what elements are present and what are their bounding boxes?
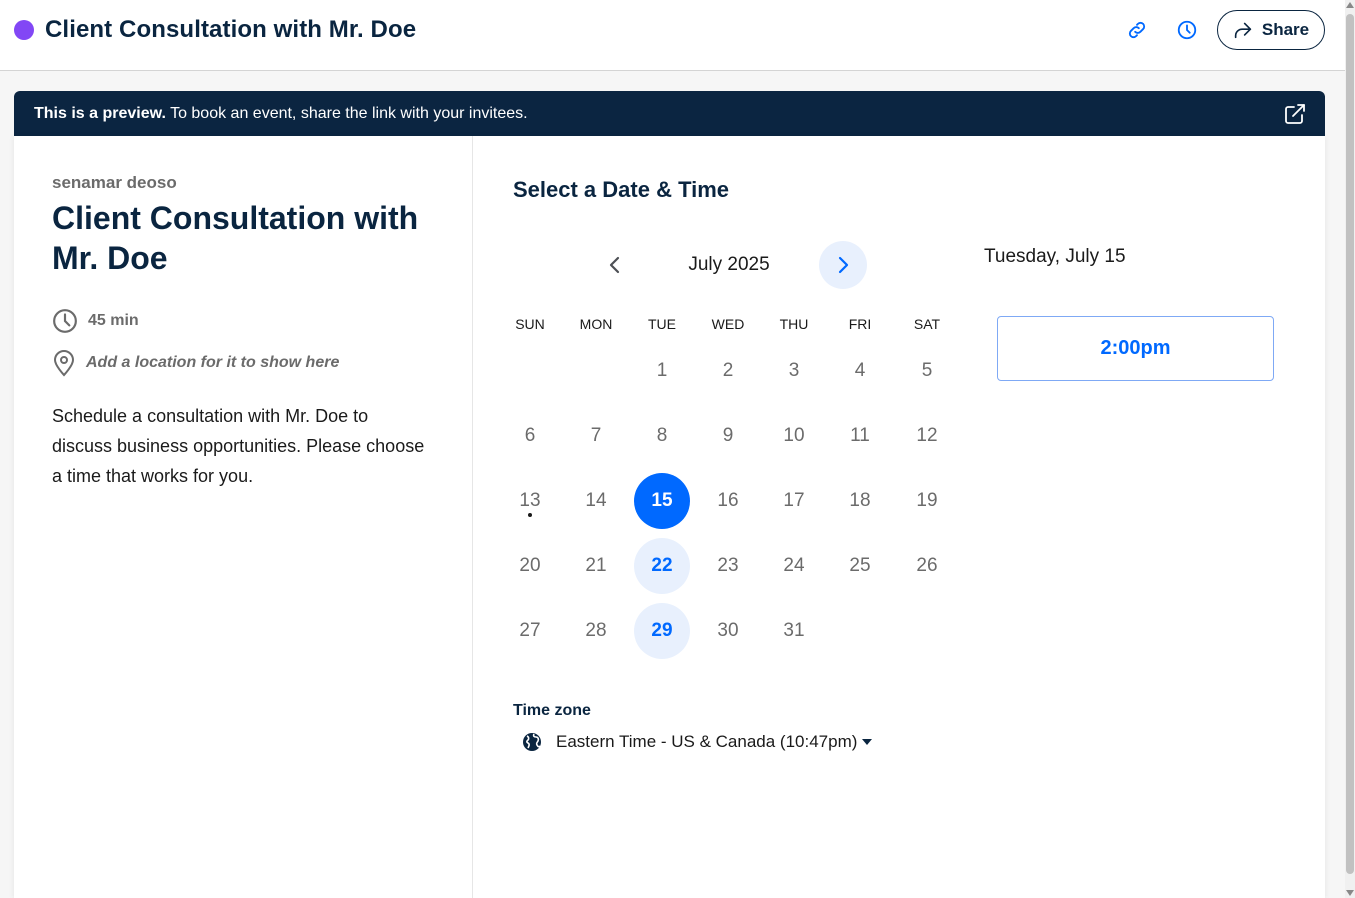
calendar-day: 6 <box>524 425 536 446</box>
schedule-settings-button[interactable] <box>1172 15 1202 45</box>
weekday-thu: THU <box>779 316 809 332</box>
scroll-up-arrow-icon[interactable] <box>1346 2 1354 8</box>
calendar-day: 24 <box>783 555 805 576</box>
timezone-value: Eastern Time - US & Canada (10:47pm) <box>556 732 858 751</box>
calendar-day: 9 <box>722 425 734 446</box>
weekday-wed: WED <box>711 316 745 332</box>
copy-link-button[interactable] <box>1122 15 1152 45</box>
calendar-day: 4 <box>854 360 866 381</box>
external-link-icon <box>1285 104 1305 124</box>
calendar-day: 18 <box>849 490 871 511</box>
weekday-mon: MON <box>579 316 613 332</box>
top-bar: Client Consultation with Mr. Doe Share <box>0 0 1345 71</box>
today-indicator <box>528 513 532 517</box>
calendar-day: 5 <box>921 360 933 381</box>
preview-banner: This is a preview. To book an event, sha… <box>14 91 1325 136</box>
link-icon <box>1128 21 1146 39</box>
previous-month-button[interactable] <box>600 245 630 285</box>
timezone-select[interactable]: Eastern Time - US & Canada (10:47pm) <box>522 732 873 752</box>
timezone-label: Time zone <box>513 702 591 719</box>
open-preview-button[interactable] <box>1283 102 1307 126</box>
calendar-day: 8 <box>656 425 668 446</box>
event-details: senamar deoso Client Consultation with M… <box>14 136 473 898</box>
calendar-day-available[interactable]: 29 <box>634 603 690 659</box>
calendar-day-selected[interactable]: 15 <box>634 473 690 529</box>
page-scrollbar[interactable] <box>1345 0 1355 898</box>
calendar-day: 1 <box>656 360 668 381</box>
current-month: July 2025 <box>688 254 770 275</box>
chevron-right-icon <box>838 256 849 274</box>
calendar-day: 26 <box>916 555 938 576</box>
weekday-sun: SUN <box>515 316 545 332</box>
location-pin-icon <box>53 350 75 377</box>
calendar-day: 7 <box>590 425 602 446</box>
preview-banner-bold: This is a preview. <box>34 105 166 122</box>
weekday-sat: SAT <box>913 316 941 332</box>
weekday-fri: FRI <box>848 316 872 332</box>
globe-icon <box>523 733 541 751</box>
chevron-left-icon <box>609 256 620 274</box>
calendar-day: 31 <box>783 620 805 641</box>
calendar-day: 23 <box>717 555 739 576</box>
calendar-day: 30 <box>717 620 739 641</box>
event-color-dot <box>14 20 34 40</box>
caret-down-icon <box>862 739 873 745</box>
page-title: Client Consultation with Mr. Doe <box>45 16 417 43</box>
calendar-day: 14 <box>585 490 607 511</box>
share-arrow-icon <box>1234 22 1252 39</box>
calendar-day: 27 <box>519 620 541 641</box>
calendar-day: 25 <box>849 555 871 576</box>
calendar-day: 11 <box>850 425 870 446</box>
next-month-button[interactable] <box>819 241 867 289</box>
calendar-day: 20 <box>519 555 541 576</box>
selected-date: Tuesday, July 15 <box>984 246 1126 267</box>
weekday-tue: TUE <box>648 316 676 332</box>
booking-panel: senamar deoso Client Consultation with M… <box>14 136 1325 898</box>
calendar-day: 12 <box>916 425 938 446</box>
calendar-day: 2 <box>722 360 734 381</box>
calendar-day: 16 <box>717 490 739 511</box>
event-owner: senamar deoso <box>52 173 177 192</box>
clock-icon <box>53 309 77 333</box>
location-hint: Add a location for it to show here <box>86 354 340 371</box>
calendar-day: 21 <box>585 555 607 576</box>
calendar-day-available[interactable]: 22 <box>634 538 690 594</box>
scrollbar-thumb[interactable] <box>1346 14 1354 874</box>
event-location: Add a location for it to show here <box>52 349 339 377</box>
event-title: Client Consultation with Mr. Doe <box>52 200 419 276</box>
calendar-day: 3 <box>788 360 800 381</box>
share-button[interactable]: Share <box>1217 10 1325 50</box>
calendar-day: 28 <box>585 620 607 641</box>
scheduler-heading: Select a Date & Time <box>513 177 730 202</box>
time-slot-button[interactable]: 2:00pm <box>997 316 1274 381</box>
preview-banner-text: This is a preview. To book an event, sha… <box>34 105 528 123</box>
calendar-day: 13 <box>519 490 541 511</box>
share-label: Share <box>1261 20 1310 39</box>
clock-icon <box>1177 20 1197 40</box>
preview-banner-message: To book an event, share the link with yo… <box>165 105 528 122</box>
event-duration: 45 min <box>52 308 139 334</box>
calendar-day: 10 <box>783 425 805 446</box>
duration-text: 45 min <box>88 312 139 329</box>
calendar-day: 19 <box>916 490 938 511</box>
scroll-down-arrow-icon[interactable] <box>1346 890 1354 896</box>
event-description: Schedule a consultation with Mr. Doe to … <box>52 406 425 486</box>
calendar-day: 17 <box>783 490 805 511</box>
